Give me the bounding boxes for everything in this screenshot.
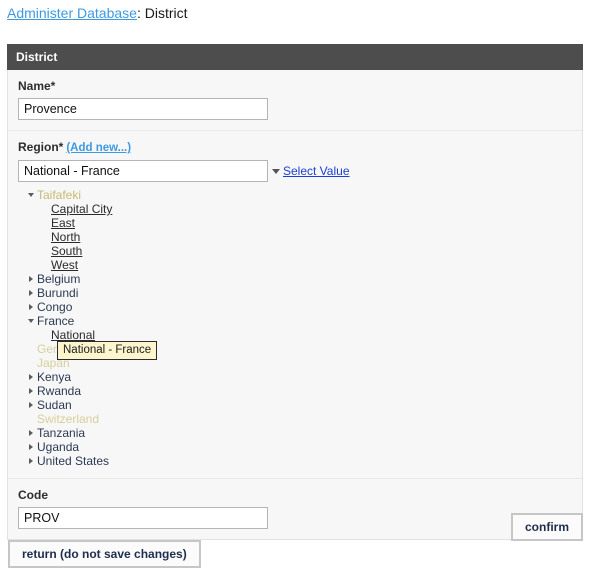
tree-node-label[interactable]: Belgium — [37, 272, 80, 286]
tree-node[interactable]: Burundi — [28, 286, 572, 300]
region-field-label: Region* (Add new...) — [18, 139, 572, 156]
return-button-area: return (do not save changes) — [8, 540, 201, 568]
tree-node[interactable]: Tanzania — [28, 426, 572, 440]
tree-node[interactable]: Rwanda — [28, 384, 572, 398]
chevron-right-icon[interactable] — [28, 370, 37, 384]
tree-spacer-icon[interactable] — [42, 328, 51, 342]
return-button[interactable]: return (do not save changes) — [8, 540, 201, 568]
confirm-button[interactable]: confirm — [510, 513, 583, 541]
chevron-right-icon[interactable] — [28, 454, 37, 468]
breadcrumb-current-page: District — [144, 5, 188, 21]
tree-node-label[interactable]: North — [51, 230, 80, 244]
tree-node-label[interactable]: National — [51, 328, 95, 342]
tree-node[interactable]: Kenya — [28, 370, 572, 384]
tree-node[interactable]: West — [28, 258, 572, 272]
tree-node-label[interactable]: Capital City — [51, 202, 112, 216]
chevron-right-icon[interactable] — [28, 300, 37, 314]
name-field-label: Name* — [18, 79, 56, 93]
tree-node-label[interactable]: Taifafeki — [37, 188, 81, 202]
region-input[interactable] — [18, 160, 268, 182]
tree-node[interactable]: National — [28, 328, 572, 342]
tree-spacer-icon[interactable] — [42, 230, 51, 244]
select-value-link[interactable]: Select Value — [283, 164, 350, 178]
chevron-down-icon[interactable] — [28, 188, 37, 202]
chevron-down-icon[interactable] — [28, 314, 37, 328]
tree-spacer-icon[interactable] — [42, 216, 51, 230]
tree-spacer-icon[interactable] — [42, 258, 51, 272]
tree-node-label[interactable]: Kenya — [37, 370, 71, 384]
chevron-right-icon[interactable] — [28, 272, 37, 286]
breadcrumb-link-administer-database[interactable]: Administer Database — [7, 5, 137, 21]
chevron-right-icon[interactable] — [28, 440, 37, 454]
region-input-row: Select Value — [18, 160, 572, 182]
tree-node[interactable]: North — [28, 230, 572, 244]
chevron-right-icon[interactable] — [28, 286, 37, 300]
field-row-region: Region*(Add new...) Select Value Taifafe… — [8, 131, 582, 479]
chevron-right-icon[interactable] — [28, 384, 37, 398]
tree-node[interactable]: Taifafeki — [28, 188, 572, 202]
tree-node-label: Switzerland — [37, 412, 100, 426]
tree-node-label[interactable]: Burundi — [37, 286, 78, 300]
tree-spacer-icon — [28, 356, 37, 370]
tree-node-label[interactable]: France — [37, 314, 74, 328]
tree-node[interactable]: Sudan — [28, 398, 572, 412]
tree-node[interactable]: East — [28, 216, 572, 230]
name-input[interactable] — [18, 98, 268, 120]
tree-spacer-icon — [28, 412, 37, 426]
tree-node-label[interactable]: South — [51, 244, 82, 258]
tree-node[interactable]: Capital City — [28, 202, 572, 216]
tree-spacer-icon[interactable] — [42, 202, 51, 216]
panel-title: District — [7, 44, 583, 70]
tree-node-label[interactable]: Sudan — [37, 398, 72, 412]
tree-node[interactable]: Belgium — [28, 272, 572, 286]
tree-node-label[interactable]: West — [51, 258, 78, 272]
chevron-right-icon[interactable] — [28, 426, 37, 440]
region-label-text: Region* — [18, 140, 64, 154]
code-field-label: Code — [18, 488, 48, 502]
chevron-right-icon[interactable] — [28, 398, 37, 412]
tree-node[interactable]: United States — [28, 454, 572, 468]
tree-node-label[interactable]: East — [51, 216, 75, 230]
add-new-region-link[interactable]: (Add new...) — [66, 142, 131, 154]
field-row-name: Name* — [8, 70, 582, 131]
caret-down-icon[interactable] — [272, 168, 280, 174]
tree-spacer-icon[interactable] — [42, 244, 51, 258]
tree-node-label[interactable]: Rwanda — [37, 384, 81, 398]
tree-node[interactable]: Uganda — [28, 440, 572, 454]
tree-node[interactable]: France — [28, 314, 572, 328]
confirm-button-area: confirm — [0, 513, 583, 541]
district-panel: District Name* Region*(Add new...) Selec… — [7, 44, 583, 540]
tree-node-label[interactable]: Tanzania — [37, 426, 85, 440]
tree-node-label[interactable]: United States — [37, 454, 109, 468]
tree-spacer-icon — [28, 342, 37, 356]
tree-node[interactable]: South — [28, 244, 572, 258]
tree-node[interactable]: Switzerland — [28, 412, 572, 426]
region-tree: Taifafeki Capital City East North South West B… — [18, 188, 572, 468]
region-tooltip: National - France — [57, 341, 158, 360]
tree-node-label[interactable]: Congo — [37, 300, 72, 314]
breadcrumb: Administer Database: District — [0, 0, 596, 22]
tree-node[interactable]: Congo — [28, 300, 572, 314]
panel-body: Name* Region*(Add new...) Select Value T… — [7, 70, 583, 540]
tree-node-label[interactable]: Uganda — [37, 440, 79, 454]
breadcrumb-separator: : — [136, 5, 145, 21]
